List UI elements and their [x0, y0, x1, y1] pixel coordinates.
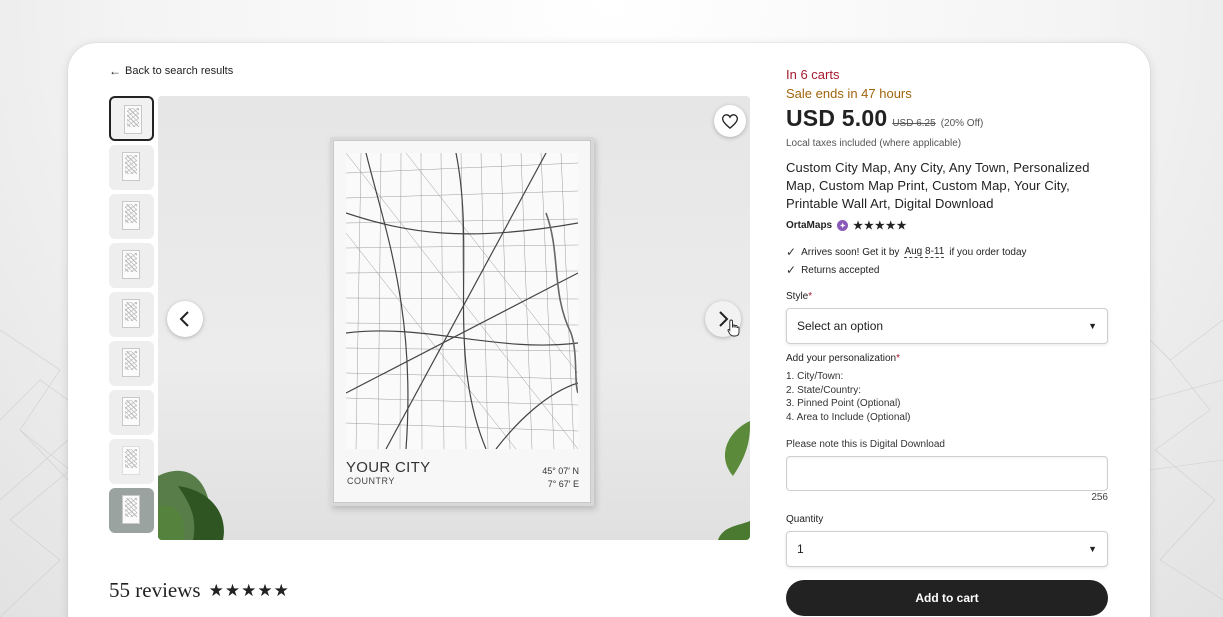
- star-icon: ★: [257, 580, 273, 600]
- shop-info: OrtaMaps ✦ ★ ★ ★ ★ ★: [786, 219, 907, 232]
- checkmark-icon: ✓: [786, 263, 797, 277]
- thumbnail-8[interactable]: [109, 439, 154, 484]
- taxes-note: Local taxes included (where applicable): [786, 138, 962, 149]
- current-price: USD 5.00: [786, 105, 888, 131]
- thumbnail-6[interactable]: [109, 341, 154, 386]
- chevron-left-icon: [179, 311, 189, 327]
- thumbnail-3[interactable]: [109, 194, 154, 239]
- thumbnail-9[interactable]: [109, 488, 154, 533]
- star-icon: ★: [885, 220, 896, 232]
- thumbnail-4[interactable]: [109, 243, 154, 288]
- map-poster: YOUR CITY COUNTRY 45° 07′ N 7° 67′ E: [330, 137, 594, 506]
- digital-download-note: Please note this is Digital Download: [786, 439, 945, 450]
- heart-icon: [722, 113, 738, 129]
- main-product-image: YOUR CITY COUNTRY 45° 07′ N 7° 67′ E: [158, 96, 750, 540]
- arrow-left-icon: ←: [109, 64, 121, 78]
- star-seller-badge-icon: ✦: [837, 220, 849, 231]
- listing-title: Custom City Map, Any City, Any Town, Per…: [786, 160, 1090, 211]
- style-select-value: Select an option: [797, 319, 884, 333]
- personalization-textarea[interactable]: [786, 456, 1108, 491]
- previous-image-button[interactable]: [167, 301, 203, 337]
- quantity-select-value: 1: [797, 542, 804, 556]
- back-link-label: Back to search results: [125, 65, 234, 77]
- thumbnail-1[interactable]: [109, 96, 154, 141]
- price-row: USD 5.00 USD 6.25 (20% Off): [786, 105, 983, 132]
- poster-city: YOUR CITY: [346, 459, 431, 476]
- quantity-label: Quantity: [786, 514, 824, 525]
- returns-accepted: ✓ Returns accepted: [786, 263, 880, 277]
- caret-down-icon: ▼: [1088, 321, 1097, 331]
- reviews-summary[interactable]: 55 reviews ★ ★ ★ ★ ★: [109, 578, 289, 603]
- city-map-illustration: [346, 153, 578, 449]
- personalization-instructions: 1. City/Town: 2. State/Country: 3. Pinne…: [786, 371, 911, 423]
- star-icon: ★: [208, 580, 224, 600]
- thumbnail-7[interactable]: [109, 390, 154, 435]
- reviews-stars: ★ ★ ★ ★ ★: [209, 581, 289, 601]
- character-count: 256: [1091, 492, 1108, 503]
- style-select[interactable]: Select an option ▼: [786, 308, 1108, 344]
- add-to-cart-button[interactable]: Add to cart: [786, 580, 1108, 616]
- discount-label: (20% Off): [940, 118, 984, 129]
- poster-country: COUNTRY: [347, 476, 395, 486]
- shop-rating-stars: ★ ★ ★ ★ ★: [853, 219, 906, 232]
- arrival-estimate: ✓ Arrives soon! Get it by Aug 8-11 if yo…: [786, 245, 1027, 259]
- sale-ends-notice: Sale ends in 47 hours: [786, 86, 912, 101]
- star-icon: ★: [273, 580, 289, 600]
- personalization-label: Add your personalization*: [786, 353, 900, 364]
- thumbnail-5[interactable]: [109, 292, 154, 337]
- arrival-dates[interactable]: Aug 8-11: [904, 246, 945, 258]
- caret-down-icon: ▼: [1088, 544, 1097, 554]
- star-icon: ★: [224, 580, 241, 600]
- reviews-count: 55 reviews: [109, 578, 201, 602]
- quantity-select[interactable]: 1 ▼: [786, 531, 1108, 567]
- listing-card: ← Back to search results YOUR CITY COUNT…: [68, 43, 1150, 617]
- in-carts-notice: In 6 carts: [786, 67, 840, 82]
- hand-cursor-icon: [727, 319, 740, 337]
- star-icon: ★: [864, 220, 874, 232]
- thumbnail-strip: [109, 96, 154, 540]
- favorite-button[interactable]: [714, 105, 746, 137]
- back-to-search-link[interactable]: ← Back to search results: [109, 64, 233, 78]
- original-price: USD 6.25: [892, 118, 936, 129]
- thumbnail-2[interactable]: [109, 145, 154, 190]
- star-icon: ★: [896, 220, 907, 232]
- checkmark-icon: ✓: [786, 245, 797, 259]
- star-icon: ★: [874, 220, 885, 232]
- star-icon: ★: [853, 220, 863, 232]
- shop-name-link[interactable]: OrtaMaps: [786, 220, 832, 231]
- style-label: Style*: [786, 291, 813, 302]
- star-icon: ★: [241, 580, 257, 600]
- poster-coordinates: 45° 07′ N 7° 67′ E: [542, 466, 579, 489]
